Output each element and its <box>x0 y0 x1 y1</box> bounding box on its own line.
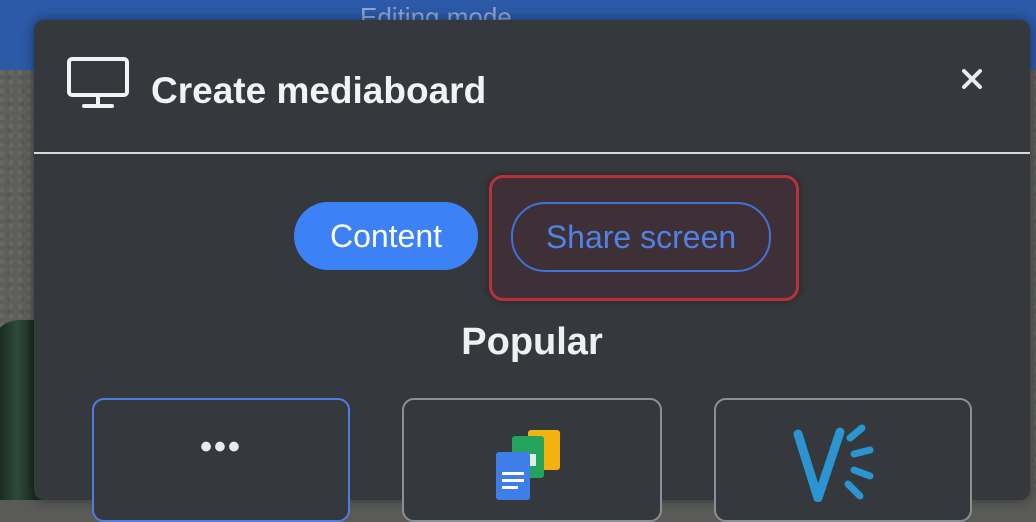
monitor-icon <box>67 57 129 108</box>
vimeo-style-icon <box>793 424 874 502</box>
close-icon[interactable] <box>960 67 984 91</box>
popular-heading: Popular <box>461 321 603 363</box>
google-docs-card[interactable] <box>402 398 662 522</box>
vimeo-card[interactable] <box>714 398 972 522</box>
create-mediaboard-dialog: Create mediaboard Content Share screen P… <box>34 20 1030 522</box>
tab-content[interactable]: Content <box>294 202 478 270</box>
more-card[interactable]: ••• <box>92 398 350 522</box>
tab-share-screen[interactable]: Share screen <box>511 202 771 272</box>
more-icon: ••• <box>200 428 242 466</box>
dialog-title: Create mediaboard <box>151 70 487 111</box>
google-docs-sheets-icon <box>496 430 560 500</box>
dialog-header: Create mediaboard <box>34 20 1030 154</box>
